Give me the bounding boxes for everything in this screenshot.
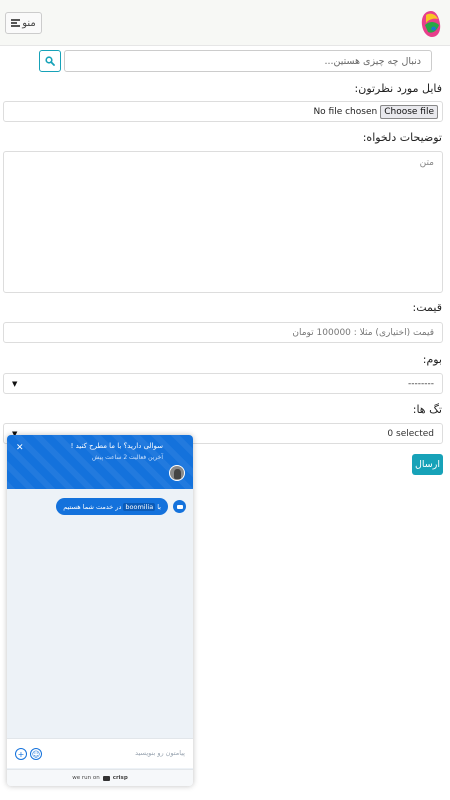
chat-message-brand: boomilia (123, 502, 156, 511)
tags-selected-value: 0 selected (387, 428, 434, 439)
choose-file-button[interactable]: Choose file (380, 104, 438, 119)
crisp-logo-icon (102, 775, 110, 781)
price-placeholder: قیمت (اختیاری) مثلا : 100000 تومان (292, 327, 434, 338)
search-icon (45, 56, 55, 66)
file-label: فایل مورد نظرتون: (354, 82, 442, 95)
plus-icon[interactable]: + (15, 748, 27, 760)
chat-widget: ✕ سوالی دارید؟ با ما مطرح کنید ! آخرین ف… (7, 435, 193, 786)
chat-title: سوالی دارید؟ با ما مطرح کنید ! (70, 442, 163, 450)
chat-subtitle: آخرین فعالیت 2 ساعت پیش (92, 454, 163, 461)
boom-selected-value: -------- (408, 378, 434, 389)
chat-message-suffix: در خدمت شما هستیم (63, 502, 122, 511)
chat-operator-icon (173, 500, 186, 513)
search-button[interactable] (39, 50, 61, 72)
menu-button[interactable]: منو (5, 12, 42, 34)
description-textarea[interactable]: متن (3, 151, 443, 293)
chat-message-prefix: با (157, 502, 161, 511)
tags-label: تگ ها: (412, 403, 442, 416)
price-label: قیمت: (412, 301, 442, 314)
chat-footer[interactable]: we run on crisp (7, 769, 193, 786)
chat-message: با boomilia در خدمت شما هستیم (56, 498, 168, 515)
chat-footer-prefix: we run on (72, 775, 100, 781)
chat-header: ✕ سوالی دارید؟ با ما مطرح کنید ! آخرین ف… (7, 435, 193, 489)
file-status: No file chosen (313, 106, 378, 117)
chat-footer-brand: crisp (112, 775, 128, 781)
chevron-down-icon: ▼ (12, 379, 18, 388)
emoji-icon[interactable]: ☺ (30, 748, 42, 760)
search-input[interactable]: دنبال چه چیزی هستین... (64, 50, 432, 72)
submit-button[interactable]: ارسال (412, 454, 443, 475)
close-icon[interactable]: ✕ (16, 443, 24, 453)
boom-label: بوم: (422, 353, 442, 366)
hamburger-icon (11, 19, 21, 27)
chat-compose-placeholder: پیامتون رو بنویسید (135, 749, 185, 757)
file-input[interactable]: No file chosen Choose file (3, 101, 443, 122)
price-input[interactable]: قیمت (اختیاری) مثلا : 100000 تومان (3, 322, 443, 343)
description-placeholder: متن (419, 158, 434, 168)
menu-label: منو (22, 17, 36, 29)
description-label: توضیحات دلخواه: (362, 131, 442, 144)
site-logo[interactable] (420, 9, 442, 39)
chat-compose[interactable]: پیامتون رو بنویسید + ☺ (7, 738, 193, 768)
avatar (169, 465, 185, 481)
top-navbar: منو (0, 0, 450, 46)
boom-select[interactable]: ▼ -------- (3, 373, 443, 394)
search-placeholder: دنبال چه چیزی هستین... (324, 55, 422, 67)
